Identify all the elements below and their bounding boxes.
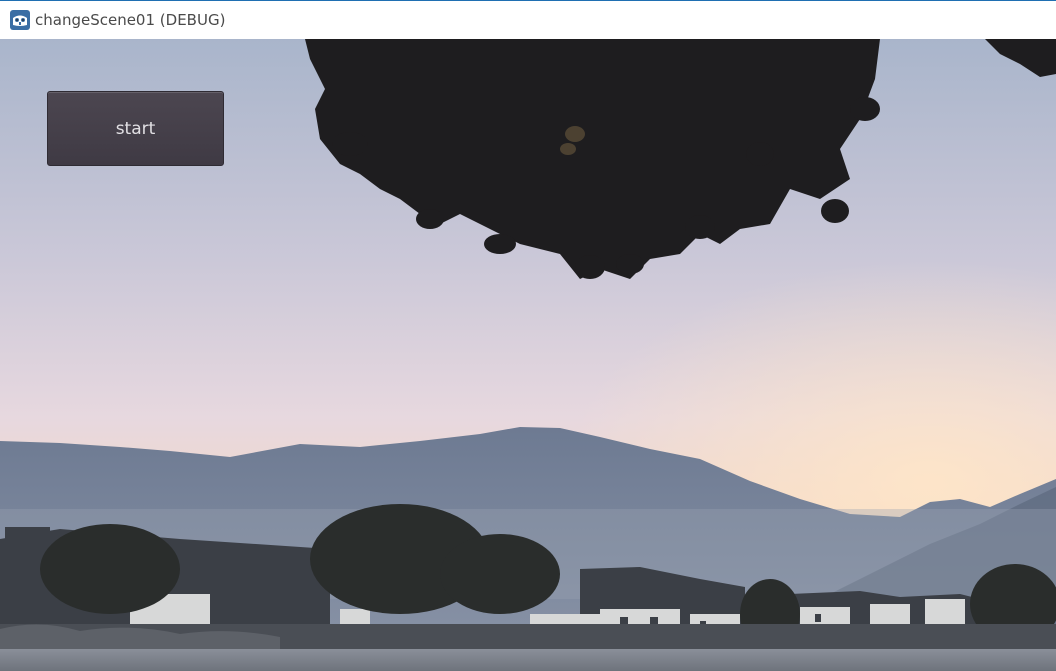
window-title: changeScene01 (DEBUG) (35, 11, 226, 29)
game-viewport: start (0, 39, 1056, 671)
godot-engine-icon (10, 10, 30, 30)
title-bar: changeScene01 (DEBUG) (0, 0, 1056, 39)
start-button[interactable]: start (47, 91, 224, 166)
game-window: changeScene01 (DEBUG) start (0, 0, 1056, 671)
